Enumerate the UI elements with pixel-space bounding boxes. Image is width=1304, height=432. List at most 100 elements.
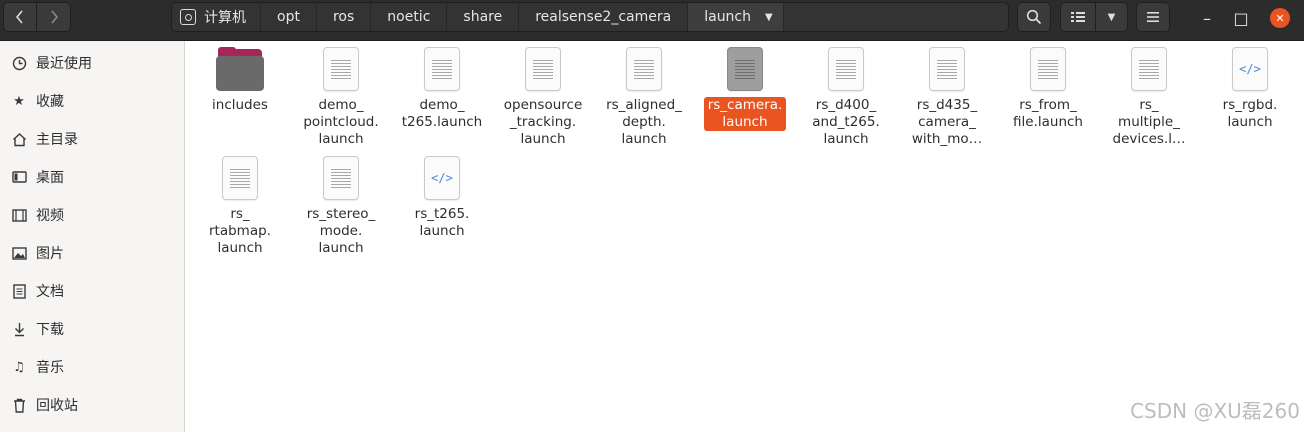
file-item[interactable]: rs_ multiple_ devices.l…: [1101, 41, 1197, 148]
film-icon: [10, 208, 28, 222]
file-name: demo_ t265.launch: [401, 97, 483, 130]
sidebar-item-videos[interactable]: 视频: [0, 198, 184, 232]
file-name: rs_aligned_ depth. launch: [606, 97, 682, 147]
file-item[interactable]: rs_d400_ and_t265. launch: [798, 41, 894, 148]
sidebar-item-documents[interactable]: 文档: [0, 274, 184, 308]
file-name: opensource _tracking. launch: [503, 97, 583, 147]
sidebar-item-label: 图片: [36, 246, 64, 262]
file-grid: includes demo_ pointcloud. launch demo_ …: [185, 41, 1304, 432]
path-segment-launch[interactable]: launch ▼: [688, 3, 784, 31]
text-file-icon: [626, 47, 662, 91]
file-item[interactable]: opensource _tracking. launch: [495, 41, 591, 148]
text-file-icon: [323, 156, 359, 200]
path-segment-noetic[interactable]: noetic: [371, 3, 448, 31]
path-segment-realsense2-camera[interactable]: realsense2_camera: [519, 3, 689, 31]
minimize-icon: –: [1203, 8, 1211, 28]
home-icon: [10, 132, 28, 147]
file-item-includes[interactable]: includes: [192, 41, 288, 114]
minimize-button[interactable]: –: [1197, 8, 1217, 28]
text-file-icon: [929, 47, 965, 91]
sidebar-item-trash[interactable]: 回收站: [0, 388, 184, 422]
sidebar-item-label: 收藏: [36, 94, 64, 110]
path-segment-computer[interactable]: 计算机: [172, 3, 261, 31]
path-segment-ros[interactable]: ros: [317, 3, 372, 31]
trash-icon: [10, 398, 28, 413]
back-button[interactable]: [3, 2, 37, 32]
file-name: rs_stereo_ mode. launch: [306, 206, 376, 256]
file-name: includes: [212, 97, 268, 113]
sidebar-item-label: 桌面: [36, 170, 64, 186]
maximize-icon: □: [1233, 8, 1249, 28]
sidebar-item-home[interactable]: 主目录: [0, 122, 184, 156]
file-name: rs_d400_ and_t265. launch: [812, 97, 880, 147]
close-icon: ✕: [1275, 11, 1285, 25]
document-icon: [10, 283, 28, 299]
sidebar-item-pictures[interactable]: 图片: [0, 236, 184, 270]
file-item[interactable]: rs_aligned_ depth. launch: [596, 41, 692, 148]
sidebar-item-label: 音乐: [36, 360, 64, 376]
sidebar-item-label: 文档: [36, 284, 64, 300]
file-item[interactable]: demo_ t265.launch: [394, 41, 490, 131]
text-file-icon: [525, 47, 561, 91]
file-item[interactable]: </> rs_rgbd. launch: [1202, 41, 1298, 131]
main-menu-button[interactable]: [1136, 2, 1170, 32]
path-segment-label: opt: [277, 9, 300, 25]
file-item-selected[interactable]: rs_camera. launch: [697, 41, 793, 131]
search-icon: [1026, 9, 1042, 25]
path-segment-opt[interactable]: opt: [261, 3, 317, 31]
file-name: rs_t265. launch: [414, 206, 470, 239]
download-icon: [10, 322, 28, 337]
sidebar-item-label: 视频: [36, 208, 64, 224]
sidebar-item-music[interactable]: ♫ 音乐: [0, 350, 184, 384]
sidebar-item-starred[interactable]: ★ 收藏: [0, 84, 184, 118]
header-bar: 计算机 opt ros noetic share realsense2_came…: [0, 0, 1304, 41]
file-name: rs_ multiple_ devices.l…: [1112, 97, 1186, 147]
search-button[interactable]: [1017, 2, 1051, 32]
clock-icon: [10, 56, 28, 71]
file-item[interactable]: rs_d435_ camera_ with_mo…: [899, 41, 995, 148]
sidebar-item-downloads[interactable]: 下载: [0, 312, 184, 346]
file-item[interactable]: demo_ pointcloud. launch: [293, 41, 389, 148]
view-mode-button[interactable]: [1060, 2, 1096, 32]
sidebar-item-label: 主目录: [36, 132, 78, 148]
forward-button[interactable]: [37, 2, 71, 32]
chevron-left-icon: [15, 10, 23, 24]
text-file-icon: [424, 47, 460, 91]
view-options-dropdown[interactable]: ▼: [1096, 2, 1128, 32]
code-file-icon: </>: [1232, 47, 1268, 91]
chevron-right-icon: [50, 10, 58, 24]
folder-icon: [216, 47, 264, 91]
sidebar-item-label: 回收站: [36, 398, 78, 414]
close-button[interactable]: ✕: [1270, 8, 1290, 28]
file-item[interactable]: rs_from_ file.launch: [1000, 41, 1096, 131]
disk-icon: [180, 9, 196, 25]
path-segment-share[interactable]: share: [447, 3, 520, 31]
text-file-icon: [222, 156, 258, 200]
file-item[interactable]: </> rs_t265. launch: [394, 150, 490, 240]
code-file-icon: </>: [424, 156, 460, 200]
list-view-icon: [1071, 12, 1085, 22]
image-icon: [10, 246, 28, 260]
path-segment-label: noetic: [387, 9, 431, 25]
sidebar-item-recent[interactable]: 最近使用: [0, 46, 184, 80]
path-segment-label: ros: [332, 9, 355, 25]
file-name: rs_rgbd. launch: [1222, 97, 1278, 130]
sidebar: 最近使用 ★ 收藏 主目录 桌面 视频 图片 文档 下载 ♫ 音乐 回收站: [0, 41, 185, 432]
sidebar-item-label: 下载: [36, 322, 64, 338]
file-item[interactable]: rs_ rtabmap. launch: [192, 150, 288, 257]
path-segment-label: launch: [704, 9, 752, 25]
hamburger-menu-icon: [1147, 12, 1159, 22]
text-file-icon: [323, 47, 359, 91]
sidebar-item-desktop[interactable]: 桌面: [0, 160, 184, 194]
file-name: rs_ rtabmap. launch: [209, 206, 271, 256]
text-file-icon: [828, 47, 864, 91]
watermark: CSDN @XU磊260: [1130, 399, 1300, 423]
chevron-down-icon: ▼: [765, 11, 773, 23]
music-icon: ♫: [13, 359, 25, 375]
text-file-icon: [1131, 47, 1167, 91]
maximize-button[interactable]: □: [1231, 8, 1251, 28]
file-name: rs_camera. launch: [703, 97, 787, 131]
file-item[interactable]: rs_stereo_ mode. launch: [293, 150, 389, 257]
file-name: rs_d435_ camera_ with_mo…: [911, 97, 983, 147]
star-icon: ★: [13, 93, 25, 109]
